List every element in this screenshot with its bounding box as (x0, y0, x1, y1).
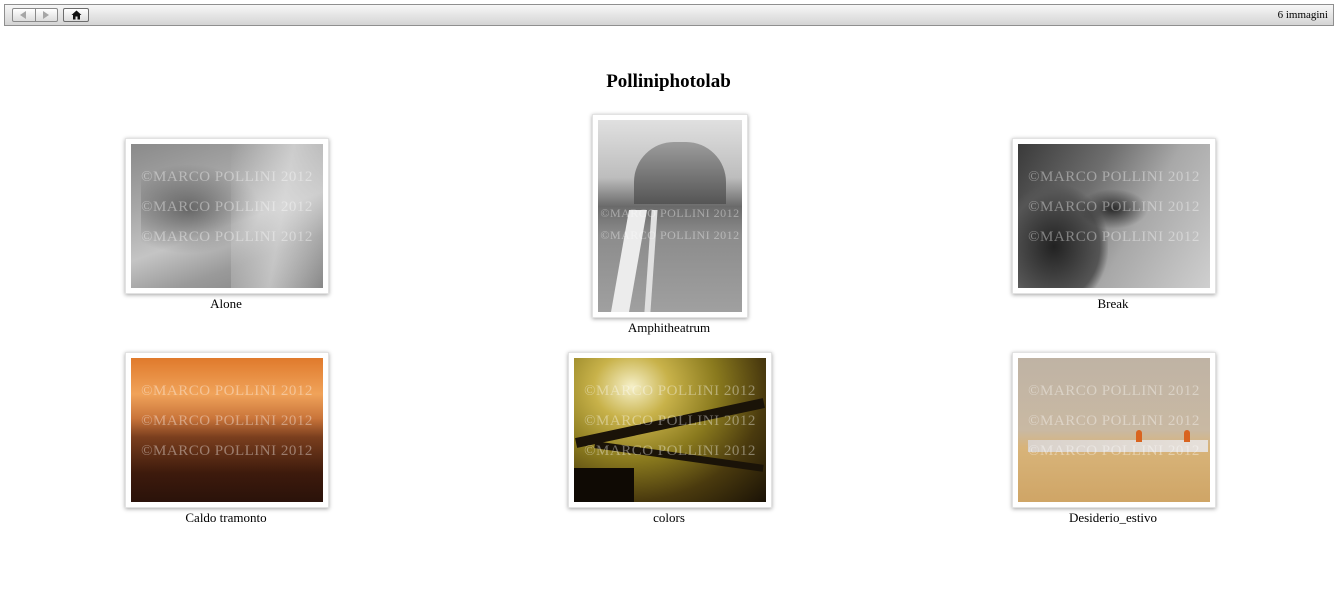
photo-alone: ©MARCO POLLINI 2012 ©MARCO POLLINI 2012 … (131, 144, 323, 288)
caption-colors[interactable]: colors (519, 510, 819, 526)
nav-button-group (12, 8, 58, 22)
watermark-text: ©MARCO POLLINI 2012 (1028, 199, 1200, 215)
thumbnail-amphitheatrum[interactable]: ©MARCO POLLINI 2012 ©MARCO POLLINI 2012 (592, 114, 748, 318)
photo-desiderio-estivo: ©MARCO POLLINI 2012 ©MARCO POLLINI 2012 … (1018, 358, 1210, 502)
thumbnail-alone[interactable]: ©MARCO POLLINI 2012 ©MARCO POLLINI 2012 … (125, 138, 329, 294)
watermark-text: ©MARCO POLLINI 2012 (1028, 169, 1200, 185)
watermark-text: ©MARCO POLLINI 2012 (584, 383, 756, 399)
watermark-text: ©MARCO POLLINI 2012 (141, 383, 313, 399)
watermark-text: ©MARCO POLLINI 2012 (141, 199, 313, 215)
image-count: 6 immagini (1277, 9, 1328, 21)
photo-colors: ©MARCO POLLINI 2012 ©MARCO POLLINI 2012 … (574, 358, 766, 502)
back-button[interactable] (13, 9, 36, 21)
watermark-text: ©MARCO POLLINI 2012 (1028, 443, 1200, 459)
back-arrow-icon (20, 11, 26, 19)
caption-desiderio-estivo[interactable]: Desiderio_estivo (963, 510, 1263, 526)
watermark-text: ©MARCO POLLINI 2012 (600, 228, 740, 242)
watermark-text: ©MARCO POLLINI 2012 (141, 443, 313, 459)
caption-alone[interactable]: Alone (76, 296, 376, 312)
thumbnail-caldo-tramonto[interactable]: ©MARCO POLLINI 2012 ©MARCO POLLINI 2012 … (125, 352, 329, 508)
home-icon (71, 10, 82, 20)
home-button[interactable] (63, 8, 89, 22)
watermark-text: ©MARCO POLLINI 2012 (141, 413, 313, 429)
browser-toolbar: 6 immagini (4, 4, 1334, 26)
photo-break: ©MARCO POLLINI 2012 ©MARCO POLLINI 2012 … (1018, 144, 1210, 288)
caption-caldo-tramonto[interactable]: Caldo tramonto (76, 510, 376, 526)
gallery-title: Polliniphotolab (606, 71, 731, 92)
watermark-text: ©MARCO POLLINI 2012 (141, 169, 313, 185)
thumbnail-break[interactable]: ©MARCO POLLINI 2012 ©MARCO POLLINI 2012 … (1012, 138, 1216, 294)
watermark-text: ©MARCO POLLINI 2012 (141, 229, 313, 245)
caption-break[interactable]: Break (963, 296, 1263, 312)
watermark-text: ©MARCO POLLINI 2012 (1028, 229, 1200, 245)
photo-caldo-tramonto: ©MARCO POLLINI 2012 ©MARCO POLLINI 2012 … (131, 358, 323, 502)
thumbnail-desiderio-estivo[interactable]: ©MARCO POLLINI 2012 ©MARCO POLLINI 2012 … (1012, 352, 1216, 508)
thumbnail-colors[interactable]: ©MARCO POLLINI 2012 ©MARCO POLLINI 2012 … (568, 352, 772, 508)
forward-arrow-icon (43, 11, 49, 19)
photo-amphitheatrum: ©MARCO POLLINI 2012 ©MARCO POLLINI 2012 (598, 120, 742, 312)
watermark-text: ©MARCO POLLINI 2012 (600, 206, 740, 220)
forward-button[interactable] (35, 9, 57, 21)
watermark-text: ©MARCO POLLINI 2012 (584, 413, 756, 429)
watermark-text: ©MARCO POLLINI 2012 (1028, 383, 1200, 399)
watermark-text: ©MARCO POLLINI 2012 (584, 443, 756, 459)
caption-amphitheatrum[interactable]: Amphitheatrum (519, 320, 819, 336)
watermark-text: ©MARCO POLLINI 2012 (1028, 413, 1200, 429)
